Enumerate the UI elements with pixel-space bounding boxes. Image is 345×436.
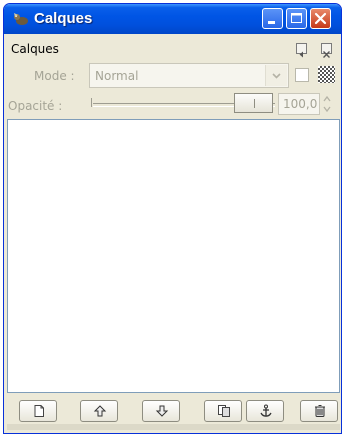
close-icon bbox=[314, 12, 327, 25]
duplicate-layer-icon bbox=[218, 405, 230, 417]
minimize-icon bbox=[268, 21, 275, 24]
gimp-wilber-icon[interactable] bbox=[12, 11, 29, 27]
mode-select[interactable]: Normal bbox=[89, 63, 289, 88]
title-bar[interactable]: Calques bbox=[4, 4, 341, 34]
delete-layer-button[interactable] bbox=[300, 400, 338, 422]
opacity-value: 100,0 bbox=[283, 97, 318, 111]
duplicate-layer-button[interactable] bbox=[204, 400, 242, 422]
window-title: Calques bbox=[34, 10, 93, 27]
opacity-slider-thumb[interactable] bbox=[234, 93, 273, 113]
maximize-icon bbox=[291, 13, 302, 23]
anchor-layer-icon bbox=[260, 404, 272, 417]
panel-title: Calques bbox=[11, 42, 59, 56]
status-bar bbox=[7, 424, 340, 430]
mode-label: Mode : bbox=[34, 69, 75, 83]
layers-panel: Calques Mode : Normal Opacité : 100,0 bbox=[7, 34, 340, 430]
panel-close-icon[interactable] bbox=[321, 43, 332, 58]
maximize-button[interactable] bbox=[286, 8, 307, 29]
delete-layer-icon bbox=[315, 405, 325, 417]
raise-layer-icon bbox=[93, 405, 107, 417]
layer-list[interactable] bbox=[7, 119, 340, 393]
opacity-label: Opacité : bbox=[8, 99, 63, 113]
layers-window: Calques Calques Mode : Normal Opacité: … bbox=[3, 3, 342, 434]
lower-layer-icon bbox=[155, 405, 169, 417]
chevron-down-icon[interactable] bbox=[265, 65, 287, 86]
layer-toolbar bbox=[7, 396, 340, 426]
lower-layer-button[interactable] bbox=[142, 400, 180, 422]
lock-alpha-checkbox[interactable] bbox=[295, 68, 309, 82]
lock-alpha-pattern-icon bbox=[318, 66, 335, 83]
slider-grip bbox=[254, 99, 255, 108]
opacity-spinbox[interactable]: 100,0 bbox=[278, 93, 320, 115]
mode-value: Normal bbox=[95, 69, 139, 83]
new-layer-icon bbox=[34, 405, 44, 417]
spin-arrows-icon[interactable] bbox=[321, 93, 333, 115]
minimize-button[interactable] bbox=[262, 8, 283, 29]
anchor-layer-button[interactable] bbox=[246, 400, 284, 422]
close-button[interactable] bbox=[310, 8, 331, 29]
panel-menu-arrow-icon[interactable] bbox=[296, 43, 307, 58]
raise-layer-button[interactable] bbox=[80, 400, 118, 422]
new-layer-button[interactable] bbox=[19, 400, 57, 422]
